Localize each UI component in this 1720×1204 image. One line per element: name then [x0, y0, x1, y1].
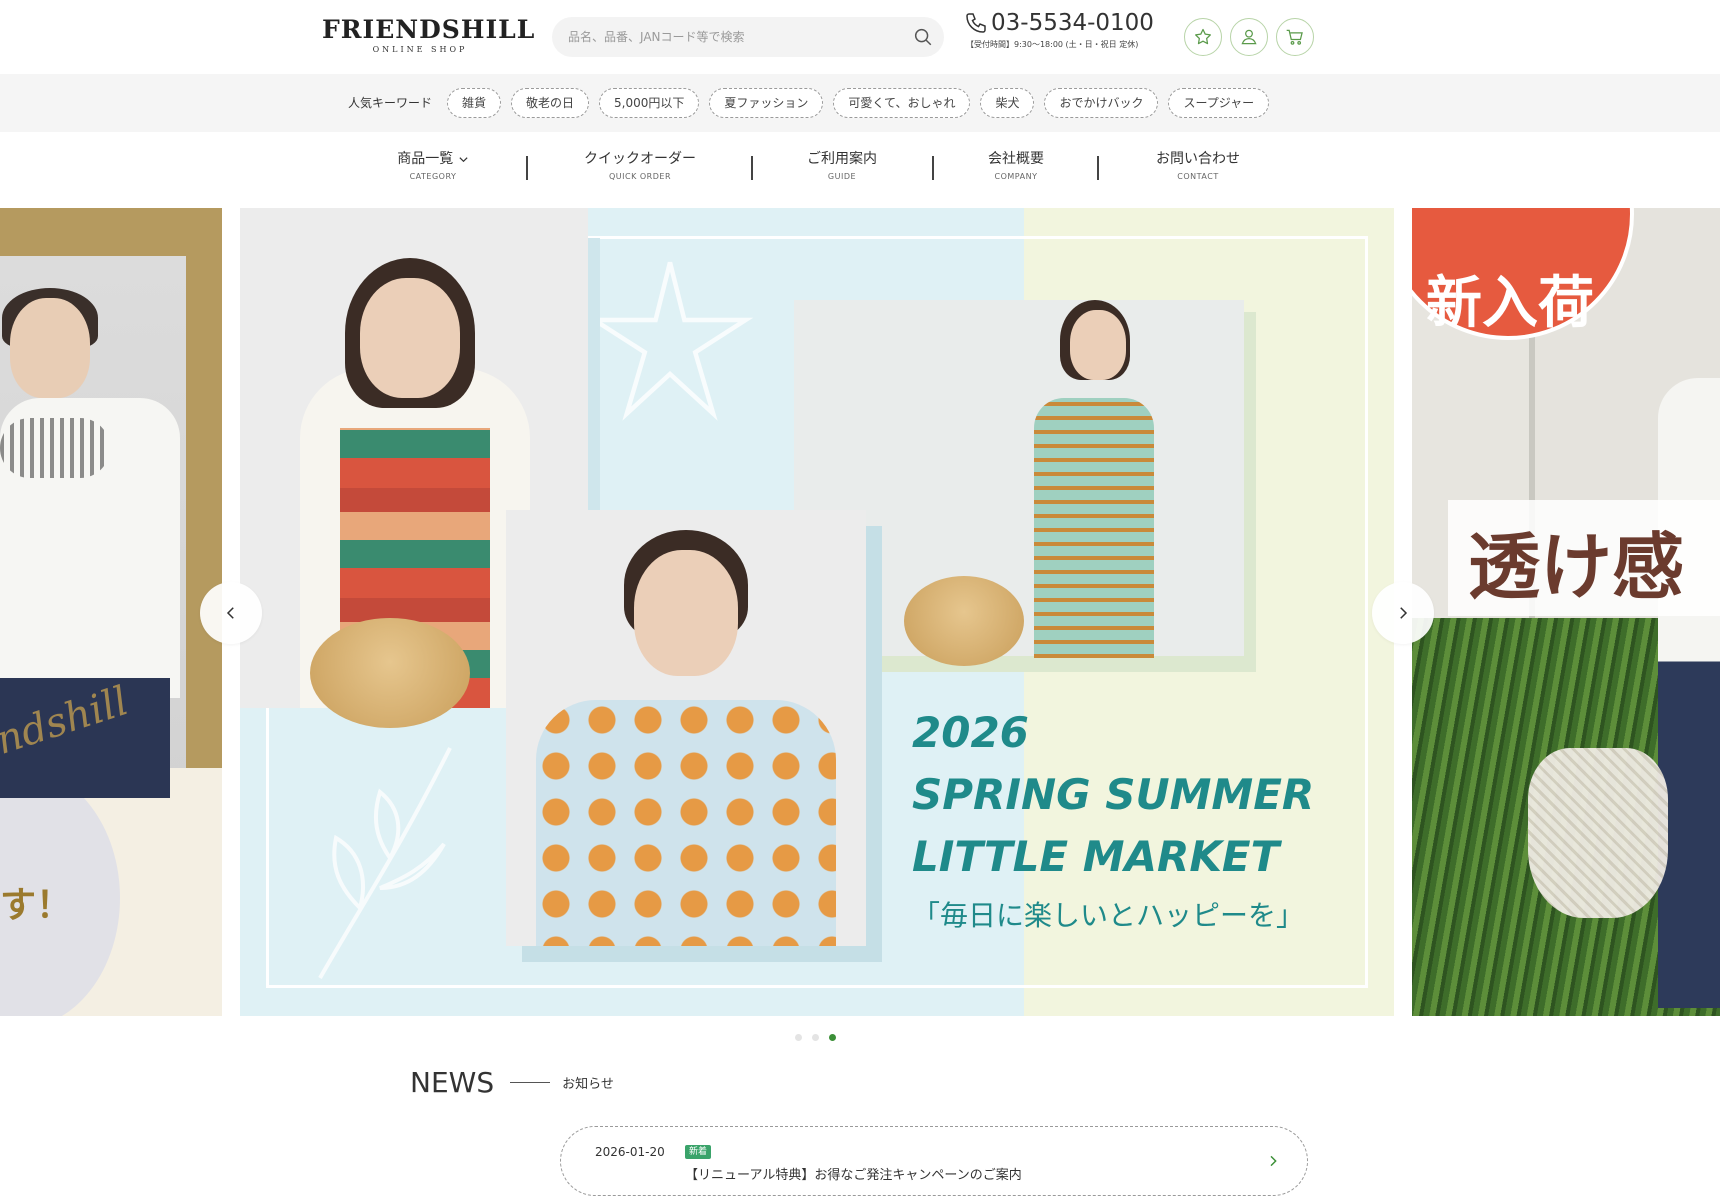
logo-main-text: FRIENDSHILL [322, 15, 536, 44]
campaign-year: 2026 [912, 708, 1029, 757]
carousel-next-button[interactable] [1372, 582, 1434, 644]
model-plaid-dress [1034, 398, 1154, 658]
keyword-tag[interactable]: おでかけバック [1044, 88, 1159, 118]
star-icon [1195, 28, 1211, 45]
news-subtitle: お知らせ [562, 1077, 614, 1092]
model-photo-3 [506, 510, 866, 946]
straw-hat [904, 576, 1024, 666]
nav-item-quick-order[interactable]: クイックオーダー QUICK ORDER [575, 150, 705, 181]
keyword-tag[interactable]: 雑貨 [447, 88, 502, 118]
nav-sublabel: QUICK ORDER [608, 172, 671, 181]
search-box [552, 17, 944, 57]
model-figure [1658, 378, 1720, 1008]
nav-label: クイックオーダー [584, 151, 696, 167]
favorites-button[interactable] [1184, 18, 1222, 56]
carousel-prev-button[interactable] [200, 582, 262, 644]
news-headline: 【リニューアル特典】お得なご発注キャンペーンのご案内 [685, 1168, 1022, 1183]
phone-number[interactable]: 03-5534-0100 [991, 10, 1154, 36]
popular-keywords-title: 人気キーワード [348, 96, 433, 110]
nav-divider [1097, 156, 1099, 180]
chevron-right-icon [1270, 1155, 1277, 1167]
campaign-name: LITTLE MARKET [912, 832, 1280, 881]
nav-label: お問い合わせ [1156, 151, 1240, 167]
headline-text: 透け感 [1468, 525, 1685, 609]
mesh-bag [1528, 748, 1668, 918]
shirt-embroidery [0, 418, 110, 478]
global-nav: 商品一覧 CATEGORY クイックオーダー QUICK ORDER ご利用案内… [0, 132, 1720, 208]
carousel-slide-next[interactable]: 新入荷 透け感 [1412, 208, 1720, 1016]
news-new-badge: 新着 [685, 1145, 712, 1159]
user-icon [1241, 29, 1257, 45]
new-arrival-label: 新入荷 [1426, 271, 1594, 336]
carousel-dots [795, 1034, 836, 1041]
keyword-tag[interactable]: 柴犬 [980, 88, 1035, 118]
keyword-tag[interactable]: スープジャー [1168, 88, 1270, 118]
keyword-tag[interactable]: 夏ファッション [709, 88, 824, 118]
business-hours: 【受付時間】9:30〜18:00 (土・日・祝日 定休) [966, 40, 1139, 49]
chevron-left-icon [226, 607, 234, 619]
site-logo[interactable]: FRIENDSHILL ONLINE SHOP [322, 15, 536, 55]
nav-label: 会社概要 [988, 151, 1044, 167]
slide-caption: す！ [0, 885, 73, 926]
hero-carousel: ndshill す！ 2026 SPRING SUMMER LITTLE MAR… [0, 208, 1720, 1016]
news-date: 2026-01-20 [595, 1145, 665, 1159]
nav-label: ご利用案内 [807, 151, 877, 167]
carousel-dot[interactable] [795, 1034, 802, 1041]
nav-item-category[interactable]: 商品一覧 CATEGORY [393, 150, 473, 181]
carousel-dot-active[interactable] [829, 1034, 836, 1041]
nav-item-company[interactable]: 会社概要 COMPANY [978, 150, 1054, 181]
nav-divider [526, 156, 528, 180]
model-face [634, 550, 738, 676]
carousel-slide-prev[interactable]: ndshill す！ [0, 208, 222, 1016]
nav-divider [751, 156, 753, 180]
news-heading: NEWS お知らせ [410, 1066, 614, 1099]
model-face [360, 278, 460, 398]
cart-button[interactable] [1276, 18, 1314, 56]
keyword-tag[interactable]: 5,000円以下 [599, 88, 700, 118]
carousel-slide-active[interactable]: 2026 SPRING SUMMER LITTLE MARKET 「毎日に楽しい… [240, 208, 1394, 1016]
news-list-item[interactable]: 2026-01-20 新着 【リニューアル特典】お得なご発注キャンペーンのご案内 [560, 1126, 1308, 1196]
model-face [10, 298, 90, 398]
nav-label: 商品一覧 [397, 151, 454, 167]
nav-sublabel: CONTACT [1177, 172, 1219, 181]
popular-keywords-bar: 人気キーワード 雑貨 敬老の日 5,000円以下 夏ファッション 可愛くて、おし… [0, 74, 1720, 132]
campaign-season: SPRING SUMMER [912, 770, 1315, 819]
nav-label-wrap: 商品一覧 [393, 150, 473, 168]
nav-sublabel: COMPANY [994, 172, 1038, 181]
news-divider [510, 1082, 551, 1083]
keyword-tag[interactable]: 可愛くて、おしゃれ [833, 88, 971, 118]
news-title: NEWS [410, 1066, 495, 1099]
nav-divider [932, 156, 934, 180]
site-header: FRIENDSHILL ONLINE SHOP 03-5534-0100 【受付… [0, 0, 1720, 74]
cart-icon [1286, 29, 1303, 45]
nav-sublabel: GUIDE [827, 172, 857, 181]
chevron-right-icon [1400, 607, 1408, 619]
model-print-blouse [536, 700, 836, 946]
keyword-tag-list: 雑貨 敬老の日 5,000円以下 夏ファッション 可愛くて、おしゃれ 柴犬 おで… [447, 88, 1270, 118]
campaign-title: 2026 SPRING SUMMER LITTLE MARKET 「毎日に楽しい… [912, 702, 1314, 934]
model-face [1070, 310, 1126, 380]
search-input[interactable] [568, 17, 888, 57]
chevron-down-icon [459, 156, 468, 162]
nav-item-contact[interactable]: お問い合わせ CONTACT [1148, 150, 1248, 181]
phone-contact: 03-5534-0100 【受付時間】9:30〜18:00 (土・日・祝日 定休… [964, 10, 1174, 50]
phone-icon [966, 13, 986, 33]
straw-hat [310, 618, 470, 728]
campaign-catchcopy: 「毎日に楽しいとハッピーを」 [912, 899, 1305, 932]
search-icon[interactable] [912, 26, 934, 48]
logo-sub-text: ONLINE SHOP [372, 45, 468, 54]
account-button[interactable] [1230, 18, 1268, 56]
carousel-dot[interactable] [812, 1034, 819, 1041]
keyword-tag[interactable]: 敬老の日 [511, 88, 590, 118]
nav-item-guide[interactable]: ご利用案内 GUIDE [800, 150, 884, 181]
nav-sublabel: CATEGORY [409, 172, 457, 181]
